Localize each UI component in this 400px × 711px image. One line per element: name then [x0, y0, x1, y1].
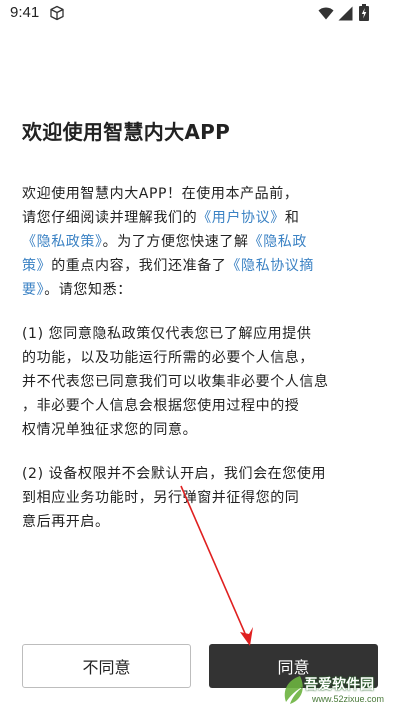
intro-line: 要》。请您知悉：: [22, 282, 132, 298]
status-bar: 9:41: [0, 0, 400, 30]
dialog-title: 欢迎使用智慧内大APP: [22, 120, 231, 144]
status-time: 9:41: [10, 4, 40, 21]
cube-icon: [50, 5, 64, 21]
item-2-line: 意后再开启。: [22, 514, 110, 530]
item-2-line: 到相应业务功能时，另行弹窗并征得您的同: [22, 490, 300, 506]
battery-charging-icon: [359, 4, 369, 21]
intro-line: 请您仔细阅读并理解我们的《用户协议》和: [22, 210, 299, 226]
intro-text: 。请您知悉：: [44, 282, 132, 298]
policy-link[interactable]: 《隐私协议摘: [226, 258, 314, 274]
leaf-logo-icon: [284, 676, 304, 704]
policy-link[interactable]: 要》: [22, 282, 44, 298]
item-2-line: (2) 设备权限并不会默认开启，我们会在您使用: [22, 466, 327, 482]
item-1-line: (1) 您同意隐私政策仅代表您已了解应用提供: [22, 326, 312, 342]
item-1-paragraph: (1) 您同意隐私政策仅代表您已了解应用提供 的功能，以及功能运行所需的必要个人信…: [22, 322, 378, 442]
item-1-line: 并不代表您已同意我们可以收集非必要个人信息: [22, 374, 329, 390]
item-1-line: ，非必要个人信息会根据您使用过程中的授: [22, 398, 300, 414]
item-1-line: 权情况单独征求您的同意。: [22, 422, 198, 438]
cellular-signal-icon: [338, 6, 353, 21]
policy-link[interactable]: 《隐私政策》: [22, 234, 103, 250]
policy-link[interactable]: 《用户协议》: [197, 210, 285, 226]
intro-paragraph: 欢迎使用智慧内大APP！在使用本产品前， 请您仔细阅读并理解我们的《用户协议》和《…: [22, 182, 378, 302]
wifi-icon: [318, 7, 334, 20]
watermark-url: www.52zixue.com: [312, 694, 385, 704]
policy-link[interactable]: 《隐私政: [249, 234, 307, 250]
intro-text: 。为了方便您快速了解: [102, 234, 249, 250]
privacy-content: 欢迎使用智慧内大APP！在使用本产品前， 请您仔细阅读并理解我们的《用户协议》和《…: [22, 182, 378, 554]
intro-text: 请您仔细阅读并理解我们的: [22, 210, 198, 226]
item-1-line: 的功能，以及功能运行所需的必要个人信息，: [22, 350, 314, 366]
disagree-button[interactable]: 不同意: [22, 644, 191, 688]
watermark: 吾爱软件园 www.52zixue.com: [276, 672, 400, 711]
intro-line: 策》的重点内容，我们还准备了《隐私协议摘: [22, 258, 314, 274]
intro-text: 欢迎使用智慧内大APP！在使用本产品前，: [22, 186, 299, 202]
intro-text: 和: [284, 210, 300, 226]
item-2-paragraph: (2) 设备权限并不会默认开启，我们会在您使用 到相应业务功能时，另行弹窗并征得您…: [22, 462, 378, 534]
intro-line: 欢迎使用智慧内大APP！在使用本产品前，: [22, 186, 298, 202]
intro-text: 的重点内容，我们还准备了: [51, 258, 227, 274]
policy-link[interactable]: 策》: [22, 258, 51, 274]
intro-line: 《隐私政策》。为了方便您快速了解《隐私政: [22, 234, 307, 250]
watermark-text: 吾爱软件园: [304, 677, 374, 693]
